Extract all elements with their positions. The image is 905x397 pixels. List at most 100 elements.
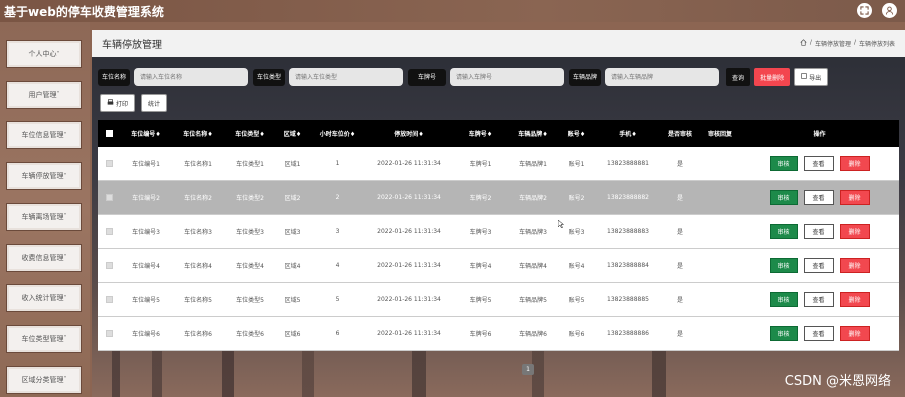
table-cell: 2022-01-26 11:31:34 (377, 228, 441, 235)
table-cell: 区域4 (284, 263, 301, 270)
query-button[interactable]: 查询 (726, 68, 751, 86)
home-icon[interactable] (800, 39, 807, 48)
sidebar-item[interactable]: 收入统计管理 ˅ (6, 284, 82, 313)
audit-button[interactable]: 审核 (769, 190, 798, 205)
export-button[interactable]: 导出 (794, 68, 829, 86)
view-button[interactable]: 查看 (803, 326, 834, 341)
column-header[interactable]: 车辆品牌♦ (509, 129, 557, 138)
chevron-down-icon: ˅ (63, 254, 67, 261)
column-header-label: 车牌号 (468, 131, 487, 138)
table-row[interactable]: 车位编号4 车位名称4 车位类型4 区域4 4 2022-01-26 11:31:34 车牌… (98, 249, 899, 283)
column-header[interactable]: 车位编号♦ (120, 129, 172, 138)
row-checkbox[interactable] (105, 194, 113, 201)
sort-icon: ♦ (486, 131, 493, 138)
row-checkbox[interactable] (105, 160, 113, 167)
table-cell: 车位编号2 (132, 195, 160, 202)
view-button[interactable]: 查看 (803, 292, 834, 307)
column-header[interactable]: 车位类型♦ (224, 129, 276, 138)
column-header[interactable]: 是否审核 (660, 129, 700, 138)
column-header[interactable]: 停放时间♦ (366, 129, 452, 138)
search-label-space-name: 车位名称 (98, 68, 131, 86)
table-cell: 区域3 (284, 229, 301, 236)
column-header[interactable]: 车位名称♦ (172, 129, 224, 138)
table-cell: 账号6 (568, 331, 585, 338)
column-header-label: 车位类型 (235, 131, 260, 138)
table-row[interactable]: 车位编号1 车位名称1 车位类型1 区域1 1 2022-01-26 11:31:34 车牌… (98, 147, 899, 181)
table-cell: 区域5 (284, 297, 301, 304)
view-button[interactable]: 查看 (803, 224, 834, 239)
batch-delete-button[interactable]: 批量删除 (754, 68, 791, 86)
table-row[interactable]: 车位编号2 车位名称2 车位类型2 区域2 2 2022-01-26 11:31:34 车牌… (98, 181, 899, 215)
watermark: CSDN @米恩网络 (784, 374, 891, 389)
column-header[interactable]: 区域♦ (276, 129, 309, 138)
sidebar-item[interactable]: 车位信息管理 ˅ (6, 121, 82, 150)
table-cell: 账号2 (568, 195, 585, 202)
print-label: 打印 (116, 100, 129, 108)
table-cell: 是 (676, 331, 683, 338)
pagination-page[interactable]: 1 (522, 364, 534, 375)
sidebar-item[interactable]: 车辆停放管理 ˅ (6, 162, 82, 191)
row-checkbox-cell (98, 296, 120, 303)
audit-button[interactable]: 审核 (769, 224, 798, 239)
breadcrumb-item[interactable]: 车辆停放管理 (815, 39, 851, 48)
table-row[interactable]: 车位编号6 车位名称6 车位类型6 区域6 6 2022-01-26 11:31:34 车牌… (98, 317, 899, 351)
stats-button[interactable]: 统计 (141, 94, 168, 112)
view-button[interactable]: 查看 (803, 258, 834, 273)
row-checkbox[interactable] (105, 262, 113, 269)
user-icon[interactable] (882, 3, 897, 18)
space-name-input[interactable] (134, 68, 249, 86)
audit-button[interactable]: 审核 (769, 156, 798, 171)
audit-button[interactable]: 审核 (769, 326, 798, 341)
sidebar-item[interactable]: 车位类型管理 ˅ (6, 324, 82, 353)
audit-button[interactable]: 审核 (769, 258, 798, 273)
delete-button[interactable]: 删除 (839, 156, 870, 171)
table-cell: 账号3 (568, 229, 585, 236)
plate-number-input[interactable] (450, 68, 565, 86)
table-cell: 车位名称1 (184, 161, 212, 168)
delete-button[interactable]: 删除 (839, 224, 870, 239)
sidebar-item[interactable]: 车辆离场管理 ˅ (6, 202, 82, 231)
table-cell: 车牌号4 (469, 263, 492, 270)
column-header[interactable]: 车牌号♦ (452, 129, 509, 138)
space-type-input[interactable] (289, 68, 404, 86)
column-header-label: 账号 (567, 131, 580, 138)
view-button[interactable]: 查看 (803, 190, 834, 205)
table-cell: 账号4 (568, 263, 585, 270)
sidebar-item[interactable]: 个人中心 ˅ (6, 40, 82, 68)
table-cell: 车辆品牌6 (519, 331, 547, 338)
row-checkbox[interactable] (105, 330, 113, 337)
column-header-label: 车位名称 (183, 131, 208, 138)
column-header[interactable]: 手机♦ (596, 129, 660, 138)
delete-button[interactable]: 删除 (839, 326, 870, 341)
delete-button[interactable]: 删除 (839, 190, 870, 205)
delete-button[interactable]: 删除 (839, 258, 870, 273)
select-all-checkbox[interactable] (105, 130, 113, 137)
vehicle-brand-input[interactable] (605, 68, 720, 86)
column-header[interactable]: 小时车位价♦ (309, 129, 366, 138)
sort-icon: ♦ (579, 131, 586, 138)
print-button[interactable]: 打印 (100, 94, 136, 112)
sidebar-item-label: 车辆停放管理 (21, 172, 64, 181)
row-checkbox[interactable] (105, 296, 113, 303)
column-header[interactable]: 账号♦ (557, 129, 596, 138)
fullscreen-icon[interactable] (857, 3, 872, 18)
sidebar-item[interactable]: 收费信息管理 ˅ (6, 243, 82, 272)
sidebar-item-label: 区域分类管理 (21, 375, 64, 384)
view-button[interactable]: 查看 (803, 156, 834, 171)
sidebar-item[interactable]: 区域分类管理 ˅ (6, 365, 82, 394)
table-cell: 13823888886 (607, 330, 649, 337)
row-checkbox-cell (98, 160, 120, 167)
sidebar-item[interactable]: 用户管理 ˅ (6, 80, 82, 109)
table-row[interactable]: 车位编号5 车位名称5 车位类型5 区域5 5 2022-01-26 11:31:34 车牌… (98, 283, 899, 317)
table-cell: 2022-01-26 11:31:34 (377, 330, 441, 337)
delete-button[interactable]: 删除 (839, 292, 870, 307)
sidebar-item-label: 车辆离场管理 (21, 212, 64, 221)
row-checkbox[interactable] (105, 228, 113, 235)
audit-button[interactable]: 审核 (769, 292, 798, 307)
column-header[interactable]: 审核回复 (700, 129, 740, 138)
sort-icon: ♦ (631, 131, 637, 138)
row-actions: 审核 查看 删除 (740, 326, 899, 341)
table-row[interactable]: 车位编号3 车位名称3 车位类型3 区域3 3 2022-01-26 11:31:34 车牌… (98, 215, 899, 249)
app-title: 基于web的停车收费管理系统 (4, 4, 164, 19)
table-cell: 3 (335, 228, 340, 235)
